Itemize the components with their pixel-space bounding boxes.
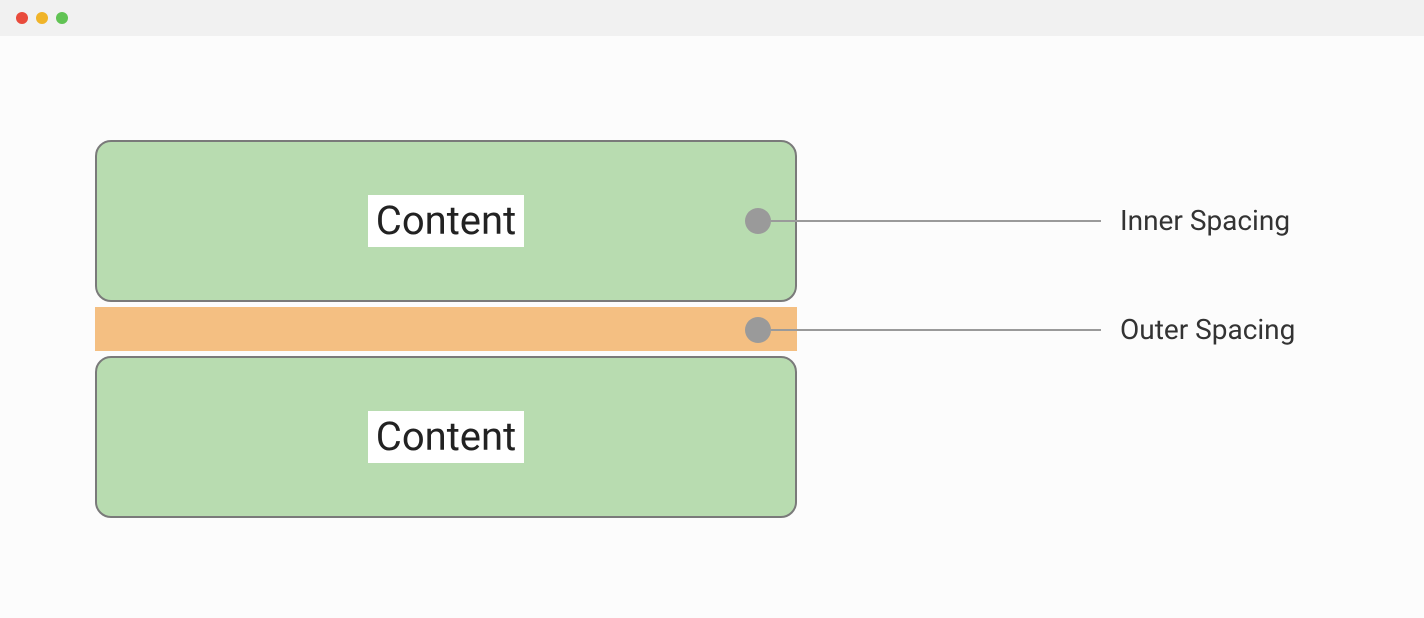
content-box-top: Content bbox=[95, 140, 797, 302]
callout-dot-inner bbox=[745, 208, 771, 234]
window-zoom-icon[interactable] bbox=[56, 12, 68, 24]
window-titlebar bbox=[0, 0, 1424, 36]
callout-label-outer: Outer Spacing bbox=[1120, 313, 1295, 346]
callout-line-inner bbox=[771, 220, 1101, 222]
content-label-bottom: Content bbox=[368, 411, 524, 463]
callout-label-inner: Inner Spacing bbox=[1120, 204, 1290, 237]
diagram-canvas: Content Content Inner Spacing Outer Spac… bbox=[0, 36, 1424, 618]
window-minimize-icon[interactable] bbox=[36, 12, 48, 24]
window-close-icon[interactable] bbox=[16, 12, 28, 24]
content-box-bottom: Content bbox=[95, 356, 797, 518]
content-label-top: Content bbox=[368, 195, 524, 247]
callout-dot-outer bbox=[745, 317, 771, 343]
outer-spacing-bar bbox=[95, 307, 797, 351]
callout-line-outer bbox=[771, 329, 1101, 331]
